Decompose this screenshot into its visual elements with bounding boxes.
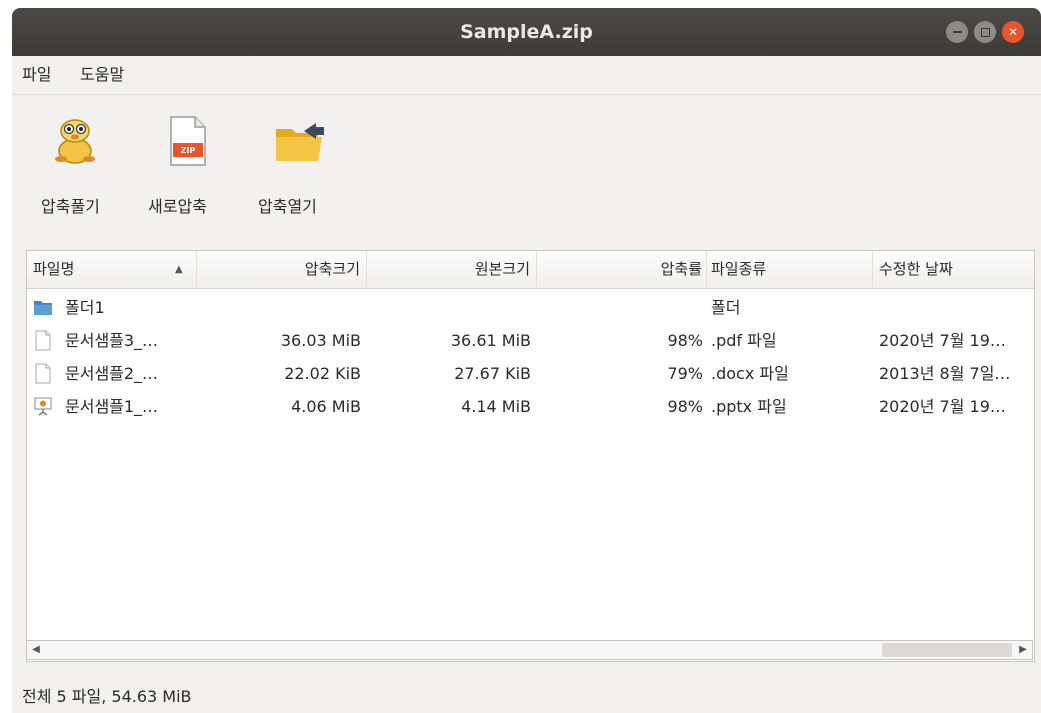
document-icon — [35, 330, 51, 351]
presentation-icon — [34, 397, 52, 416]
row-name: 폴더1 — [65, 298, 105, 317]
toolbar: 압축풀기 ZIP 새로압축 압축열기 — [12, 95, 1041, 245]
column-type[interactable]: 파일종류 — [707, 251, 873, 288]
row-compressed: 22.02 KiB — [284, 364, 361, 383]
folder-icon — [34, 301, 52, 315]
row-ratio — [537, 291, 707, 324]
table-row[interactable]: 문서샘플1_… 4.06 MiB 4.14 MiB 98% .pptx 파일 2… — [27, 390, 1034, 423]
extract-icon — [55, 119, 95, 164]
table-row[interactable]: 문서샘플3_… 36.03 MiB 36.61 MiB 98% .pdf 파일 … — [27, 324, 1034, 357]
row-original: 36.61 MiB — [450, 331, 531, 350]
status-bar: 전체 5 파일, 54.63 MiB — [22, 687, 192, 706]
row-name: 문서샘플3_… — [65, 331, 159, 350]
column-header: 파일명 ▲ 압축크기 원본크기 압축률 파일종류 수정한 날짜 — [27, 251, 1034, 289]
maximize-button[interactable] — [974, 21, 996, 43]
scroll-right-icon[interactable]: ▶ — [1014, 641, 1032, 659]
close-button[interactable]: ✕ — [1002, 21, 1024, 43]
svg-text:ZIP: ZIP — [181, 146, 196, 155]
column-ratio[interactable]: 압축률 — [537, 251, 707, 288]
row-type: .pptx 파일 — [711, 397, 787, 416]
column-modified[interactable]: 수정한 날짜 — [873, 251, 1034, 288]
row-type: 폴더 — [711, 298, 741, 317]
close-icon: ✕ — [1007, 25, 1019, 39]
new-archive-button[interactable]: ZIP 새로압축 — [137, 95, 237, 245]
row-original: 4.14 MiB — [461, 397, 531, 416]
new-archive-label: 새로압축 — [148, 197, 207, 216]
open-folder-icon — [276, 123, 324, 161]
row-modified: 2020년 7월 19… — [879, 397, 1006, 416]
column-compressed-size[interactable]: 압축크기 — [197, 251, 367, 288]
zip-file-icon: ZIP — [170, 116, 206, 166]
column-name[interactable]: 파일명 ▲ — [27, 251, 197, 288]
row-compressed — [197, 291, 367, 324]
menu-bar: 파일 도움말 — [12, 56, 1041, 95]
row-ratio: 79% — [667, 364, 703, 383]
extract-label: 압축풀기 — [41, 197, 100, 216]
open-archive-button[interactable]: 압축열기 — [250, 95, 350, 245]
row-type: .docx 파일 — [711, 364, 789, 383]
row-original — [367, 291, 537, 324]
row-name: 문서샘플2_… — [65, 364, 159, 383]
scroll-left-icon[interactable]: ◀ — [27, 641, 45, 659]
minimize-button[interactable] — [946, 21, 968, 43]
row-compressed: 36.03 MiB — [280, 331, 361, 350]
window-title: SampleA.zip — [460, 21, 593, 43]
row-original: 27.67 KiB — [454, 364, 531, 383]
row-type: .pdf 파일 — [711, 331, 777, 350]
document-icon — [35, 363, 51, 384]
open-archive-label: 압축열기 — [258, 197, 317, 216]
menu-file[interactable]: 파일 — [22, 56, 51, 94]
scroll-thumb[interactable] — [882, 643, 1012, 657]
column-original-size[interactable]: 원본크기 — [367, 251, 537, 288]
file-list: 파일명 ▲ 압축크기 원본크기 압축률 파일종류 수정한 날짜 폴더1 폴더 문… — [26, 250, 1035, 662]
row-modified: 2013년 8월 7일… — [879, 364, 1011, 383]
archive-window: SampleA.zip ✕ 파일 도움말 압축풀기 ZIP 새로압축 압축열기 … — [12, 8, 1041, 713]
row-ratio: 98% — [667, 331, 703, 350]
row-compressed: 4.06 MiB — [291, 397, 361, 416]
row-ratio: 98% — [667, 397, 703, 416]
row-name: 문서샘플1_… — [65, 397, 159, 416]
minimize-icon — [952, 31, 962, 33]
row-modified: 2020년 7월 19… — [879, 331, 1006, 350]
extract-button[interactable]: 압축풀기 — [22, 95, 122, 245]
row-modified — [873, 291, 1034, 324]
title-bar[interactable]: SampleA.zip ✕ — [12, 8, 1041, 56]
table-row[interactable]: 폴더1 폴더 — [27, 291, 1034, 324]
column-name-label: 파일명 — [33, 260, 75, 278]
sort-ascending-icon: ▲ — [175, 264, 183, 275]
table-row[interactable]: 문서샘플2_… 22.02 KiB 27.67 KiB 79% .docx 파일… — [27, 357, 1034, 390]
horizontal-scrollbar[interactable]: ◀ ▶ — [26, 640, 1033, 660]
maximize-icon — [980, 27, 990, 37]
menu-help[interactable]: 도움말 — [80, 56, 124, 94]
